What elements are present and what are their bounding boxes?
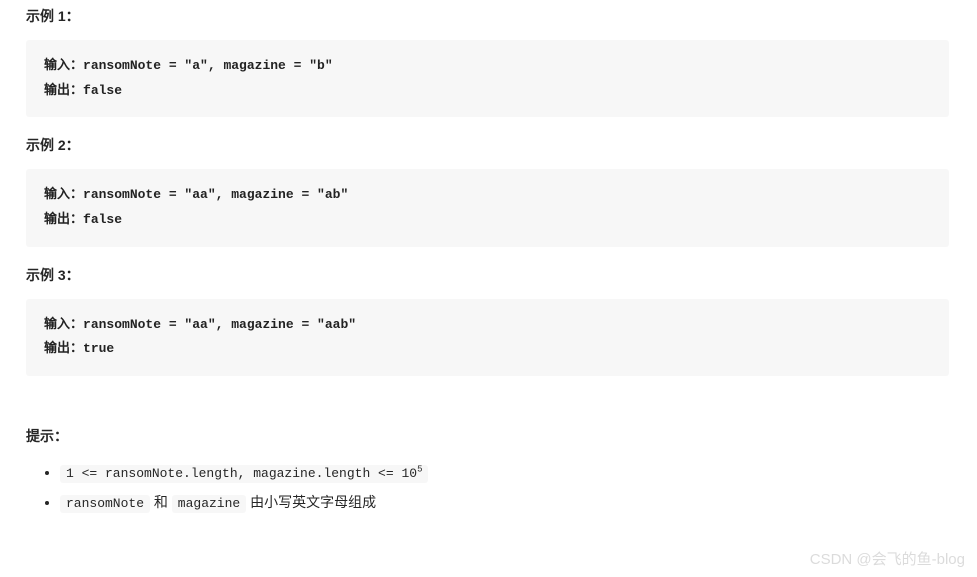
output-value: true [83, 341, 114, 356]
list-item: ransomNote 和 magazine 由小写英文字母组成 [60, 490, 977, 515]
constraint-mid: 和 [150, 494, 172, 510]
output-label: 输出： [44, 341, 83, 356]
input-value: ransomNote = "aa", magazine = "aab" [83, 317, 356, 332]
input-value: ransomNote = "a", magazine = "b" [83, 58, 333, 73]
constraint-var2-code: magazine [172, 495, 246, 513]
input-value: ransomNote = "aa", magazine = "ab" [83, 187, 348, 202]
output-value: false [83, 212, 122, 227]
output-value: false [83, 83, 122, 98]
watermark: CSDN @会飞的鱼-blog [810, 548, 965, 569]
example-3-heading: 示例 3： [26, 265, 977, 285]
list-item: 1 <= ransomNote.length, magazine.length … [60, 460, 977, 485]
example-2-code: 输入：ransomNote = "aa", magazine = "ab" 输出… [26, 169, 949, 246]
tips-heading: 提示： [26, 426, 977, 446]
tips-list: 1 <= ransomNote.length, magazine.length … [26, 460, 977, 515]
constraint-var1-code: ransomNote [60, 495, 150, 513]
example-1-code: 输入：ransomNote = "a", magazine = "b" 输出：f… [26, 40, 949, 117]
input-label: 输入： [44, 58, 83, 73]
constraint-length-code: 1 <= ransomNote.length, magazine.length … [60, 465, 428, 483]
example-3-code: 输入：ransomNote = "aa", magazine = "aab" 输… [26, 299, 949, 376]
input-label: 输入： [44, 317, 83, 332]
output-label: 输出： [44, 212, 83, 227]
output-label: 输出： [44, 83, 83, 98]
example-1-heading: 示例 1： [26, 6, 977, 26]
input-label: 输入： [44, 187, 83, 202]
constraint-tail: 由小写英文字母组成 [246, 494, 376, 510]
example-2-heading: 示例 2： [26, 135, 977, 155]
